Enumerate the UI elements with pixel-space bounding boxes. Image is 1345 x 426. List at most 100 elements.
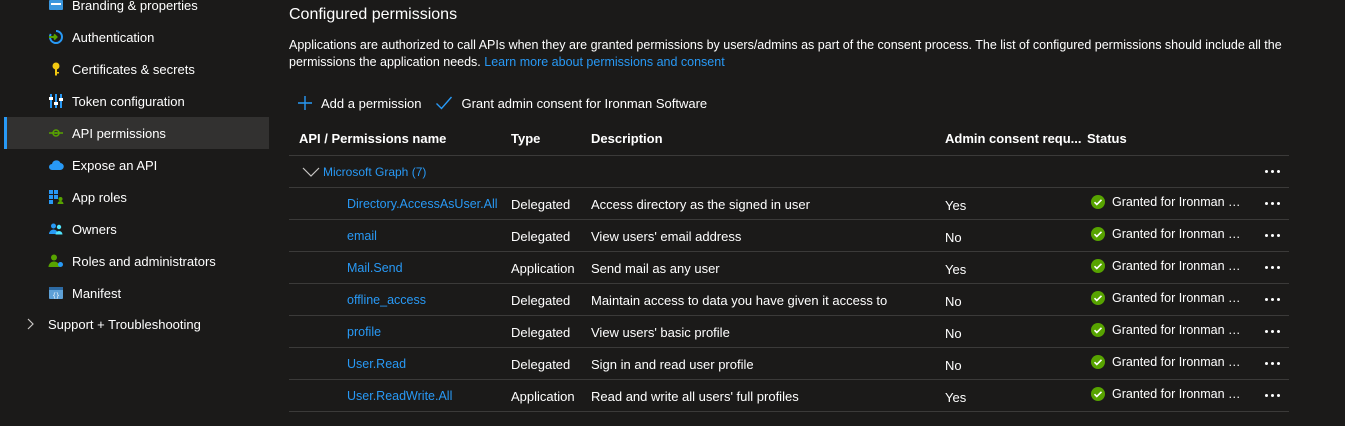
permission-description: Send mail as any user [591,261,720,276]
permission-name-link[interactable]: User.ReadWrite.All [347,389,452,403]
api-group-link[interactable]: Microsoft Graph (7) [323,165,426,179]
success-check-icon [1091,195,1105,209]
table-row: profile Delegated View users' basic profil… [289,316,1289,348]
more-icon [1264,201,1280,205]
sidebar-group-label: Support + Troubleshooting [48,316,201,332]
app-roles-icon [48,189,64,205]
status-cell: Granted for Ironman So... [1091,227,1247,241]
branding-icon [48,0,64,13]
status-text: Granted for Ironman So... [1112,355,1247,369]
sidebar-item-certificates[interactable]: Certificates & secrets [4,53,269,85]
sidebar-item-app-roles[interactable]: App roles [4,181,269,213]
more-icon [1264,233,1280,237]
permission-description: View users' email address [591,229,742,244]
api-group-row: Microsoft Graph (7) [289,156,1289,188]
grant-admin-consent-button[interactable]: Grant admin consent for Ironman Software [435,95,707,111]
row-more-button[interactable] [1261,226,1283,244]
chevron-right-icon [27,318,34,330]
chevron-down-icon[interactable] [302,167,320,177]
permission-type: Delegated [511,293,571,308]
status-text: Granted for Ironman So... [1112,387,1247,401]
key-icon [48,61,64,77]
permissions-table: API / Permissions name Type Description … [289,122,1289,412]
token-config-icon [48,93,64,109]
row-more-button[interactable] [1261,386,1283,404]
permission-name-link[interactable]: email [347,229,377,243]
sidebar-item-api-permissions[interactable]: API permissions [4,117,269,149]
more-icon [1264,361,1280,365]
permission-description: Access directory as the signed in user [591,197,810,212]
admin-consent-required: No [945,358,962,373]
status-cell: Granted for Ironman So... [1091,259,1247,273]
status-text: Granted for Ironman So... [1112,259,1247,273]
toolbar: Add a permission Grant admin consent for… [297,92,721,114]
section-description: Applications are authorized to call APIs… [289,37,1284,71]
permission-type: Delegated [511,357,571,372]
checkmark-icon [436,96,453,110]
table-row: User.Read Delegated Sign in and read user … [289,348,1289,380]
more-icon [1264,297,1280,301]
row-more-button[interactable] [1261,322,1283,340]
admin-consent-required: No [945,326,962,341]
permission-name-link[interactable]: profile [347,325,381,339]
permission-name-link[interactable]: Directory.AccessAsUser.All [347,197,498,211]
group-more-button[interactable] [1261,162,1283,180]
add-permission-label: Add a permission [321,95,422,111]
sidebar-item-owners[interactable]: Owners [4,213,269,245]
description-text: Applications are authorized to call APIs… [289,38,1282,69]
sidebar-item-token-configuration[interactable]: Token configuration [4,85,269,117]
permission-name-link[interactable]: Mail.Send [347,261,403,275]
permission-type: Delegated [511,197,571,212]
header-status[interactable]: Status [1087,131,1127,146]
admin-consent-required: No [945,230,962,245]
permission-type: Delegated [511,325,571,340]
authentication-icon [48,29,64,45]
admin-consent-required: Yes [945,262,967,277]
status-cell: Granted for Ironman So... [1091,387,1247,401]
more-icon [1264,329,1280,333]
permission-type: Application [511,261,575,276]
status-text: Granted for Ironman So... [1112,291,1247,305]
header-admin-consent[interactable]: Admin consent requ... [945,131,1082,146]
success-check-icon [1091,291,1105,305]
row-more-button[interactable] [1261,290,1283,308]
sidebar-item-authentication[interactable]: Authentication [4,21,269,53]
success-check-icon [1091,387,1105,401]
permission-name-link[interactable]: offline_access [347,293,426,307]
status-cell: Granted for Ironman So... [1091,291,1247,305]
add-permission-button[interactable]: Add a permission [297,95,421,111]
sidebar-group-support[interactable]: Support + Troubleshooting [24,312,201,336]
sidebar-item-roles-administrators[interactable]: Roles and administrators [4,245,269,277]
table-row: Mail.Send Application Send mail as any use… [289,252,1289,284]
permission-description: View users' basic profile [591,325,730,340]
permission-name-link[interactable]: User.Read [347,357,406,371]
header-type[interactable]: Type [511,131,540,146]
roles-admin-icon [48,253,64,269]
table-row: User.ReadWrite.All Application Read and wr… [289,380,1289,412]
status-text: Granted for Ironman So... [1112,323,1247,337]
admin-consent-required: Yes [945,390,967,405]
success-check-icon [1091,259,1105,273]
admin-consent-required: No [945,294,962,309]
permission-type: Delegated [511,229,571,244]
grant-admin-consent-label: Grant admin consent for Ironman Software [461,95,708,111]
permission-type: Application [511,389,575,404]
more-icon [1264,393,1280,397]
success-check-icon [1091,323,1105,337]
sidebar-item-manifest[interactable]: {} Manifest [4,277,269,309]
cloud-icon [48,157,64,173]
api-permissions-icon [48,125,64,141]
sidebar-item-branding[interactable]: Branding & properties [4,0,269,21]
row-more-button[interactable] [1261,194,1283,212]
row-more-button[interactable] [1261,354,1283,372]
learn-more-link[interactable]: Learn more about permissions and consent [484,55,724,69]
sidebar-item-expose-api[interactable]: Expose an API [4,149,269,181]
header-name[interactable]: API / Permissions name [299,131,446,146]
table-row: Directory.AccessAsUser.All Delegated Acces… [289,188,1289,220]
status-cell: Granted for Ironman So... [1091,195,1247,209]
header-description[interactable]: Description [591,131,663,146]
row-more-button[interactable] [1261,258,1283,276]
success-check-icon [1091,227,1105,241]
manifest-icon: {} [48,285,64,301]
svg-text:{}: {} [52,293,59,300]
